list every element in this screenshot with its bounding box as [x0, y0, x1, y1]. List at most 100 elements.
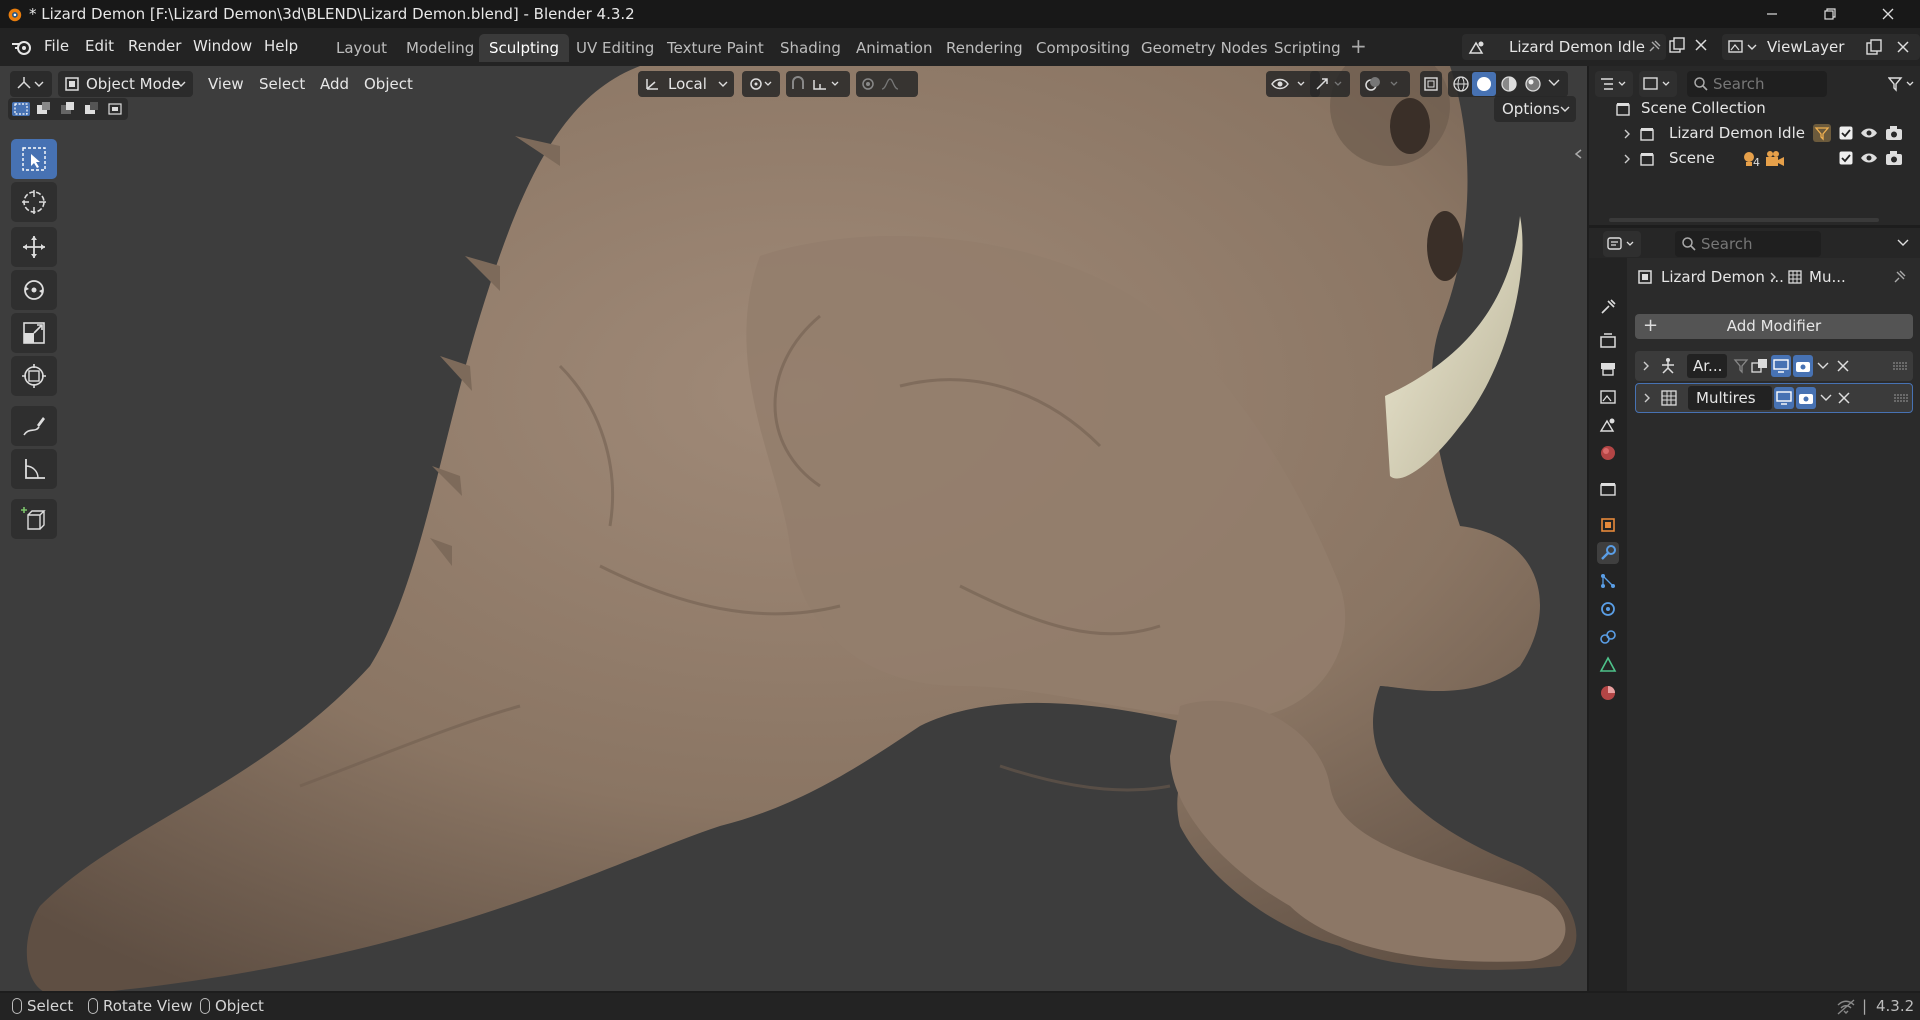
tab-scene[interactable] — [1597, 414, 1619, 436]
outliner-scrollbar[interactable] — [1609, 218, 1879, 222]
menu-select[interactable]: Select — [251, 71, 313, 97]
filter-active-icon[interactable] — [1813, 124, 1831, 142]
tab-physics[interactable] — [1597, 598, 1619, 620]
properties-editor-type[interactable] — [1603, 231, 1641, 257]
measure-tool[interactable] — [11, 449, 57, 489]
tab-constraints[interactable] — [1597, 626, 1619, 648]
options-button[interactable]: Options — [1494, 96, 1576, 122]
minimize-button[interactable] — [1743, 0, 1801, 28]
snap-button[interactable] — [786, 71, 850, 97]
on-cage-icon[interactable] — [1733, 358, 1749, 374]
eye-icon[interactable] — [1860, 126, 1878, 140]
tab-render[interactable] — [1597, 330, 1619, 352]
add-modifier-button[interactable]: + Add Modifier — [1635, 314, 1913, 339]
tab-sculpting[interactable]: Sculpting — [479, 34, 570, 62]
3d-viewport[interactable]: Object Mode View Select Add Object Local — [0, 66, 1587, 991]
tab-texture-paint[interactable]: Texture Paint — [657, 34, 774, 62]
rotate-tool[interactable] — [11, 270, 57, 310]
outliner-row-scene[interactable]: Scene 4 — [1589, 146, 1920, 171]
gizmo-toggle[interactable] — [1310, 71, 1350, 97]
filter-icon[interactable] — [1888, 76, 1918, 92]
tab-uv-editing[interactable]: UV Editing — [566, 34, 664, 62]
move-tool[interactable] — [11, 227, 57, 267]
checkbox-icon[interactable] — [1839, 126, 1853, 140]
scale-tool[interactable] — [11, 313, 57, 353]
delete-scene-icon[interactable] — [1693, 37, 1709, 53]
sidebar-toggle-icon[interactable] — [1572, 148, 1584, 160]
tab-output[interactable] — [1597, 358, 1619, 380]
tab-data[interactable] — [1597, 654, 1619, 676]
realtime-toggle[interactable] — [1771, 355, 1791, 377]
tab-compositing[interactable]: Compositing — [1026, 34, 1140, 62]
chevron-down-icon[interactable] — [1817, 362, 1829, 372]
select-box-tool[interactable] — [11, 139, 57, 179]
tab-object[interactable] — [1597, 514, 1619, 536]
mode-selector[interactable]: Object Mode — [58, 71, 193, 97]
tab-modeling[interactable]: Modeling — [396, 34, 484, 62]
display-mode-button[interactable] — [1639, 71, 1677, 97]
new-view-layer-icon[interactable] — [1864, 38, 1884, 58]
select-mode-icons[interactable] — [11, 101, 125, 117]
modifier-multires[interactable]: Multires — [1635, 383, 1913, 413]
delete-view-layer-icon[interactable] — [1896, 40, 1910, 54]
outliner-root-row[interactable]: Scene Collection — [1589, 96, 1920, 121]
properties-search[interactable]: Search — [1675, 231, 1821, 257]
render-toggle[interactable] — [1793, 355, 1813, 377]
tab-tool[interactable] — [1597, 296, 1619, 318]
tab-scripting[interactable]: Scripting — [1264, 34, 1351, 62]
menu-help[interactable]: Help — [264, 37, 298, 55]
tab-layout[interactable]: Layout — [326, 34, 397, 62]
close-icon[interactable] — [1837, 360, 1849, 372]
editor-type-button[interactable] — [10, 71, 52, 97]
lizard-demon-mesh[interactable] — [0, 66, 1587, 991]
close-window-button[interactable] — [1859, 0, 1917, 28]
chevron-right-icon[interactable] — [1642, 393, 1652, 403]
menu-view[interactable]: View — [200, 71, 252, 97]
restore-button[interactable] — [1801, 0, 1859, 28]
scene-selector[interactable]: Lizard Demon Idle — [1462, 34, 1666, 60]
material-shading-icon[interactable] — [1500, 75, 1518, 93]
rendered-shading-icon[interactable] — [1524, 75, 1542, 93]
add-workspace-icon[interactable]: + — [1350, 34, 1367, 58]
chevron-right-icon[interactable] — [1622, 154, 1632, 164]
tab-particles[interactable] — [1597, 570, 1619, 592]
drag-handle-icon[interactable] — [1894, 393, 1908, 403]
close-icon[interactable] — [1838, 392, 1850, 404]
pin-icon[interactable] — [1891, 269, 1907, 285]
eye-icon[interactable] — [1860, 151, 1878, 165]
menu-add[interactable]: Add — [312, 71, 357, 97]
modifier-armature[interactable]: Ar... — [1635, 351, 1913, 381]
menu-window[interactable]: Window — [193, 37, 252, 55]
pin-icon[interactable] — [1646, 39, 1662, 55]
chevron-right-icon[interactable] — [1641, 361, 1651, 371]
outliner-search[interactable]: Search — [1687, 71, 1827, 97]
camera-icon[interactable] — [1885, 150, 1903, 166]
render-toggle[interactable] — [1796, 387, 1816, 409]
chevron-down-icon[interactable] — [1548, 79, 1560, 89]
blender-menu-icon[interactable] — [11, 38, 33, 56]
wireframe-shading-icon[interactable] — [1452, 75, 1470, 93]
menu-object[interactable]: Object — [356, 71, 421, 97]
modifier-name-field[interactable]: Ar... — [1687, 354, 1727, 378]
chevron-right-icon[interactable] — [1622, 129, 1632, 139]
tab-geometry-nodes[interactable]: Geometry Nodes — [1131, 34, 1278, 62]
tab-collection[interactable] — [1597, 478, 1619, 500]
menu-edit[interactable]: Edit — [85, 37, 114, 55]
proportional-edit-button[interactable] — [856, 71, 918, 97]
outliner-editor-type[interactable] — [1595, 71, 1633, 97]
chevron-down-icon[interactable] — [1820, 394, 1832, 404]
menu-render[interactable]: Render — [128, 37, 181, 55]
add-cube-tool[interactable] — [11, 499, 57, 539]
edit-mode-icon[interactable] — [1751, 358, 1769, 374]
new-scene-icon[interactable] — [1667, 36, 1687, 56]
pivot-button[interactable] — [742, 71, 780, 97]
chevron-down-icon[interactable] — [1897, 239, 1909, 249]
tab-view-layer[interactable] — [1597, 386, 1619, 408]
view-layer-selector[interactable]: ViewLayer — [1722, 34, 1920, 60]
menu-file[interactable]: File — [44, 37, 69, 55]
modifier-name-field[interactable]: Multires — [1688, 386, 1772, 410]
tab-rendering[interactable]: Rendering — [936, 34, 1033, 62]
tab-material[interactable] — [1597, 682, 1619, 704]
tab-shading[interactable]: Shading — [770, 34, 851, 62]
cursor-tool[interactable] — [11, 182, 57, 222]
